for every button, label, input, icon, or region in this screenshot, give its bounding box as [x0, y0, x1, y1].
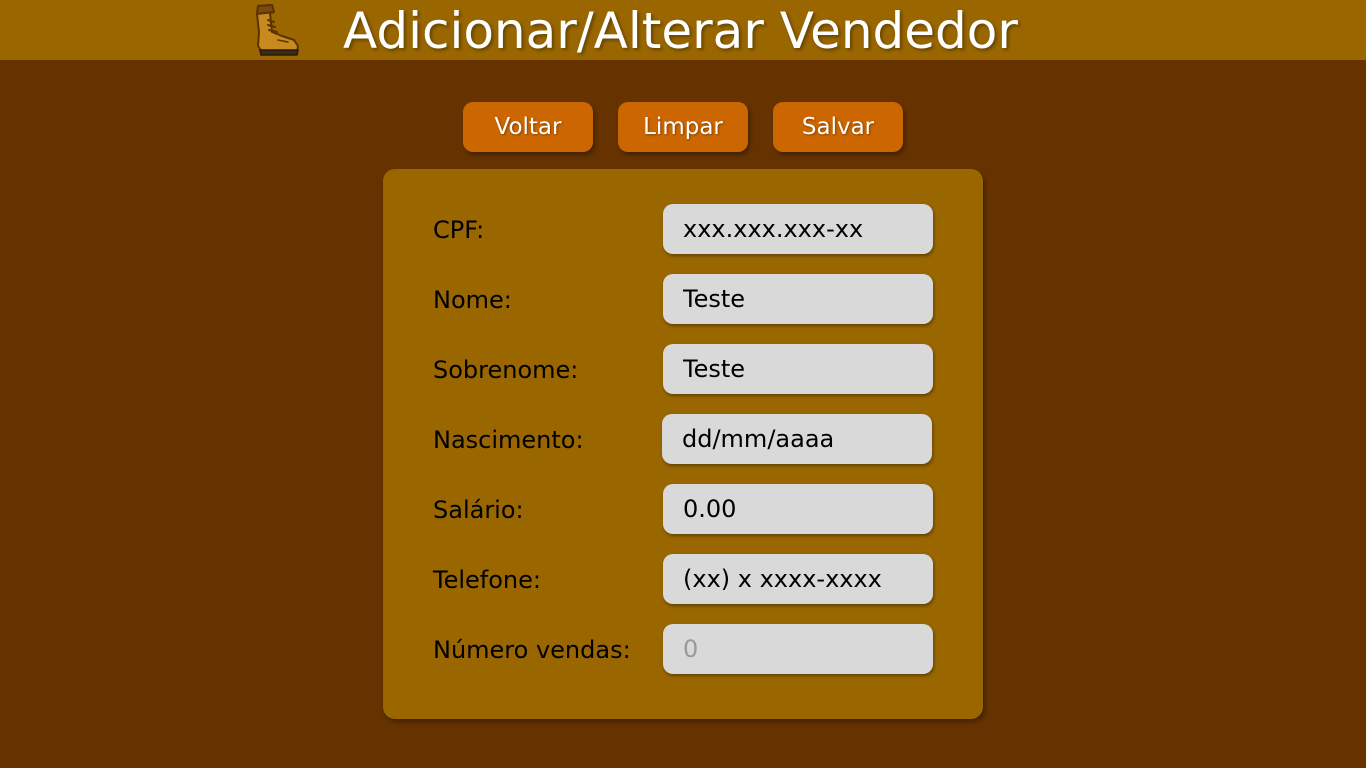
salario-label: Salário:	[433, 496, 524, 524]
form-row-cpf: CPF:	[383, 204, 983, 254]
form-row-nome: Nome:	[383, 274, 983, 324]
numero-vendas-label: Número vendas:	[433, 636, 631, 664]
form-row-numero-vendas: Número vendas:	[383, 624, 983, 674]
form-row-telefone: Telefone:	[383, 554, 983, 604]
header-bar: Adicionar/Alterar Vendedor	[0, 0, 1366, 60]
nome-label: Nome:	[433, 286, 512, 314]
boot-icon	[256, 4, 299, 56]
salario-input[interactable]	[663, 484, 933, 534]
form-row-nascimento: Nascimento:	[383, 414, 983, 464]
numero-vendas-input	[663, 624, 933, 674]
cpf-input[interactable]	[663, 204, 933, 254]
action-bar: Voltar Limpar Salvar	[0, 102, 1366, 152]
form-row-salario: Salário:	[383, 484, 983, 534]
clear-button[interactable]: Limpar	[618, 102, 748, 152]
telefone-label: Telefone:	[433, 566, 541, 594]
nascimento-label: Nascimento:	[433, 426, 584, 454]
back-button[interactable]: Voltar	[463, 102, 593, 152]
save-button[interactable]: Salvar	[773, 102, 903, 152]
sobrenome-input[interactable]	[663, 344, 933, 394]
seller-form: CPF: Nome: Sobrenome: Nascimento: Salári…	[383, 169, 983, 719]
cpf-label: CPF:	[433, 216, 485, 244]
page-title: Adicionar/Alterar Vendedor	[343, 2, 1018, 60]
form-row-sobrenome: Sobrenome:	[383, 344, 983, 394]
telefone-input[interactable]	[663, 554, 933, 604]
nome-input[interactable]	[663, 274, 933, 324]
nascimento-input[interactable]	[662, 414, 932, 464]
sobrenome-label: Sobrenome:	[433, 356, 579, 384]
